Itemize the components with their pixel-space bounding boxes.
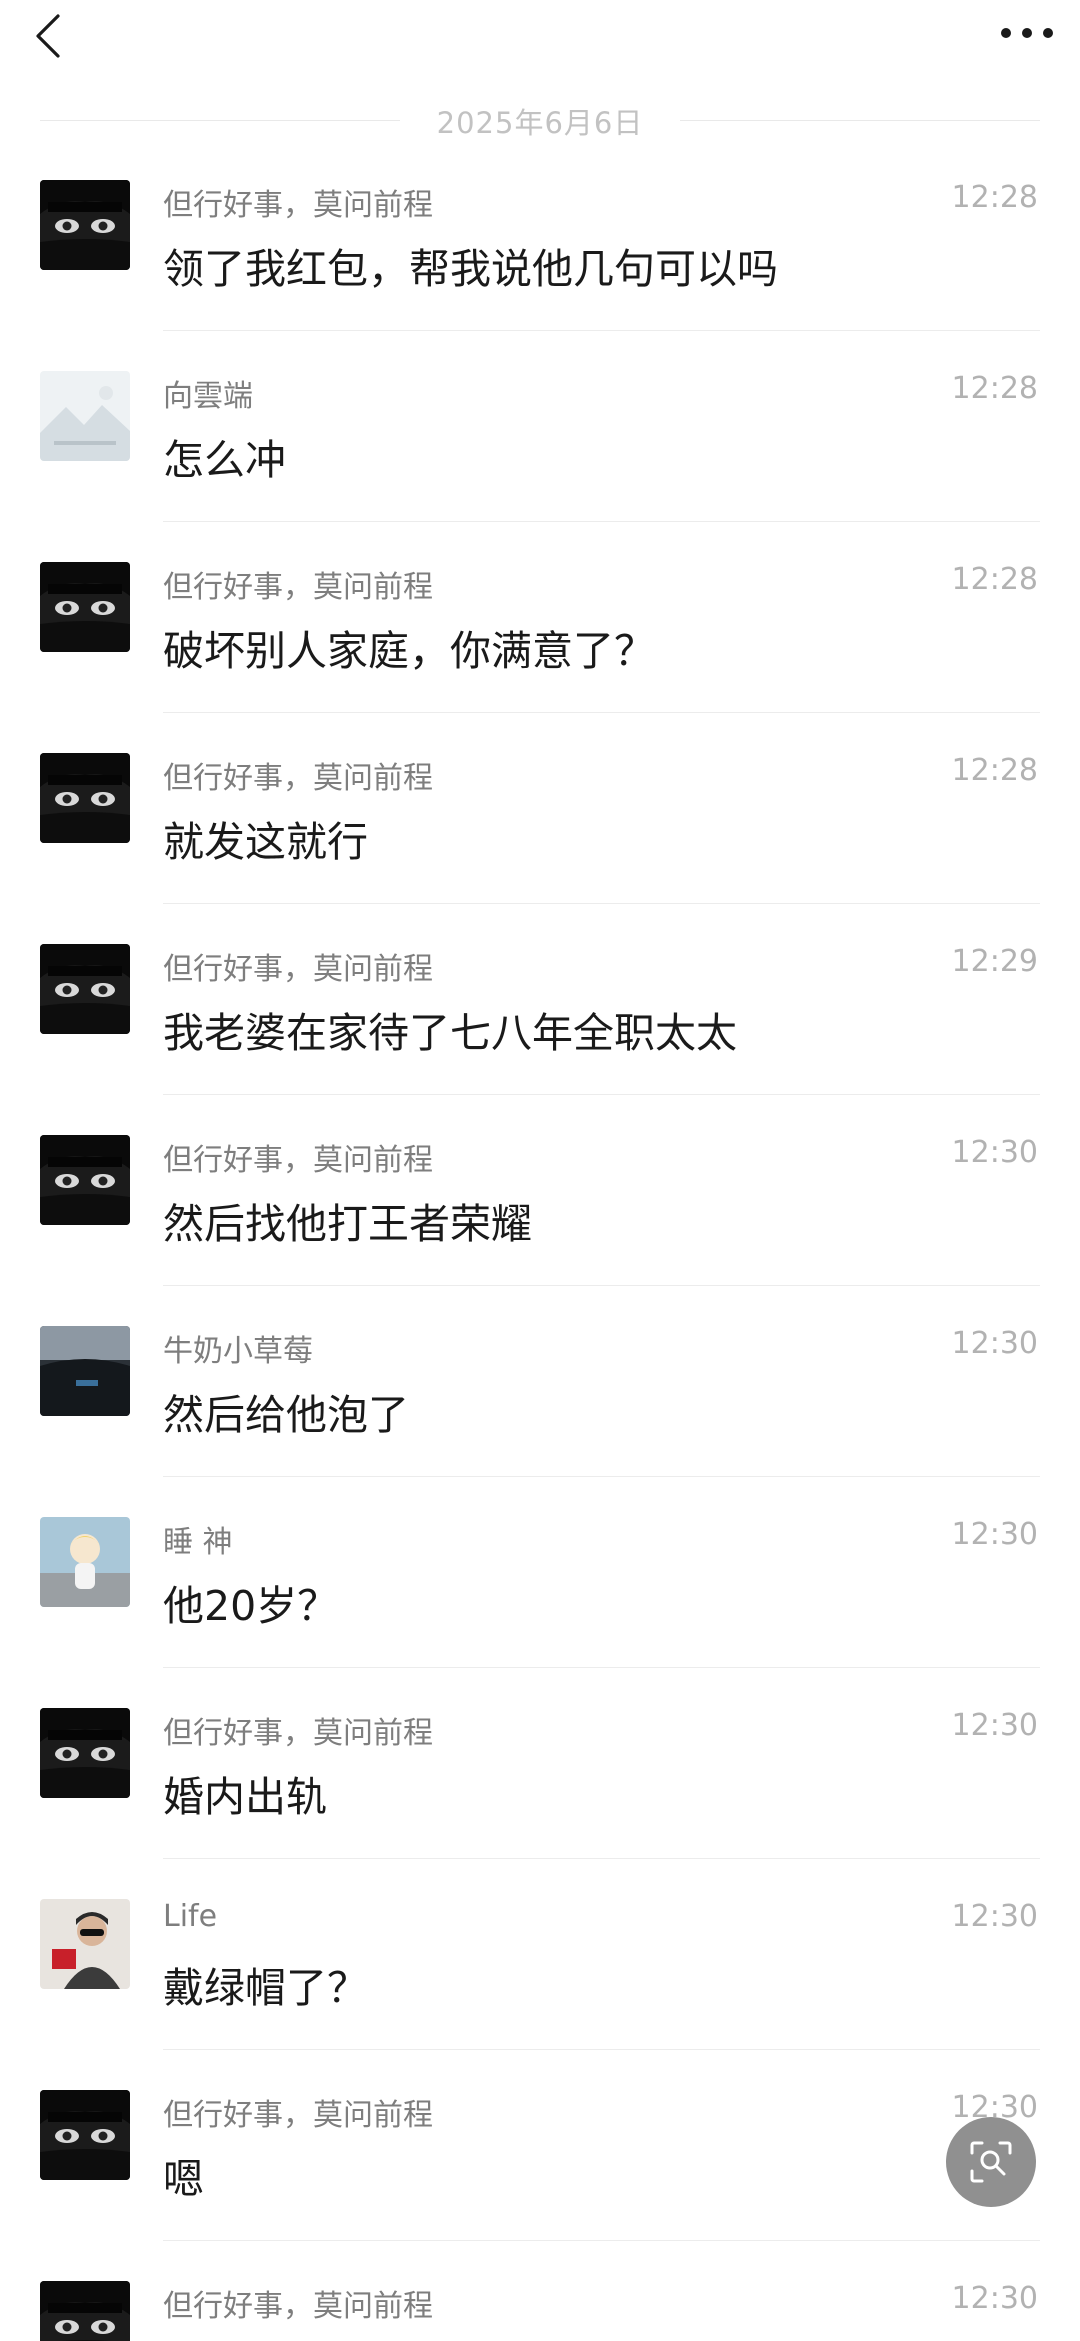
sender-name: 睡 神	[163, 1525, 233, 1560]
scan-search-icon	[970, 2141, 1012, 2183]
more-button[interactable]	[992, 8, 1062, 58]
sender-name: Life	[163, 1899, 218, 1934]
message-time: 12:28	[951, 371, 1038, 406]
message-time: 12:28	[951, 180, 1038, 215]
sender-name: 但行好事，莫问前程	[163, 2289, 433, 2324]
message-text: 婚内出轨	[163, 1773, 327, 1821]
chat-history-page: 2025年6月6日 但行好事，莫问前程 12:28 领了我红包，帮我说他几句可以吗向…	[0, 0, 1080, 2341]
dark-hair-avatar	[40, 562, 130, 652]
message-item[interactable]: 但行好事，莫问前程 12:28 领了我红包，帮我说他几句可以吗	[0, 140, 1080, 331]
sender-name: 但行好事，莫问前程	[163, 952, 433, 987]
message-time: 12:30	[951, 1708, 1038, 1743]
cartoon-child-avatar	[40, 1517, 130, 1607]
message-text: 我老婆在家待了七八年全职太太	[163, 1009, 737, 1057]
message-item[interactable]: 但行好事，莫问前程 12:30 嗯	[0, 2050, 1080, 2241]
avatar[interactable]	[40, 371, 130, 461]
avatar[interactable]	[40, 1326, 130, 1416]
sender-name: 但行好事，莫问前程	[163, 2098, 433, 2133]
message-item[interactable]: 但行好事，莫问前程 12:30 婚内出轨	[0, 1668, 1080, 1859]
avatar[interactable]	[40, 2090, 130, 2180]
dark-hair-avatar	[40, 2281, 130, 2341]
message-item[interactable]: 但行好事，莫问前程 12:30	[0, 2241, 1080, 2341]
message-text: 戴绿帽了？	[163, 1964, 368, 2012]
avatar[interactable]	[40, 1135, 130, 1225]
message-item[interactable]: 睡 神 12:30 他20岁？	[0, 1477, 1080, 1668]
message-text: 他20岁？	[163, 1582, 339, 1630]
message-time: 12:28	[951, 753, 1038, 788]
divider-line	[680, 120, 1040, 121]
sender-name: 但行好事，莫问前程	[163, 570, 433, 605]
message-time: 12:30	[951, 1517, 1038, 1552]
message-item[interactable]: 向雲端 12:28 怎么冲	[0, 331, 1080, 522]
message-text: 就发这就行	[163, 818, 368, 866]
top-bar	[0, 0, 1080, 80]
message-item[interactable]: 牛奶小草莓 12:30 然后给他泡了	[0, 1286, 1080, 1477]
chevron-left-icon	[36, 14, 60, 58]
date-label: 2025年6月6日	[436, 106, 644, 140]
message-item[interactable]: 但行好事，莫问前程 12:28 就发这就行	[0, 713, 1080, 904]
person-sunglasses-avatar	[40, 1899, 130, 1989]
avatar[interactable]	[40, 562, 130, 652]
avatar[interactable]	[40, 1708, 130, 1798]
avatar[interactable]	[40, 2281, 130, 2341]
avatar[interactable]	[40, 180, 130, 270]
dark-hair-avatar	[40, 180, 130, 270]
back-button[interactable]	[22, 6, 82, 66]
message-time: 12:30	[951, 1135, 1038, 1170]
dark-hair-avatar	[40, 944, 130, 1034]
dark-hair-avatar	[40, 1135, 130, 1225]
message-text: 然后给他泡了	[163, 1391, 409, 1439]
dark-hair-avatar	[40, 753, 130, 843]
dark-hair-avatar	[40, 2090, 130, 2180]
sender-name: 但行好事，莫问前程	[163, 1716, 433, 1751]
scan-button[interactable]	[946, 2117, 1036, 2207]
dark-hair-avatar	[40, 1708, 130, 1798]
message-item[interactable]: 但行好事，莫问前程 12:30 然后找他打王者荣耀	[0, 1095, 1080, 1286]
message-text: 然后找他打王者荣耀	[163, 1200, 532, 1248]
sender-name: 牛奶小草莓	[163, 1334, 313, 1369]
message-time: 12:30	[951, 1899, 1038, 1934]
sender-name: 但行好事，莫问前程	[163, 188, 433, 223]
sender-name: 向雲端	[163, 379, 253, 414]
more-dots-icon	[1001, 28, 1053, 38]
sender-name: 但行好事，莫问前程	[163, 1143, 433, 1178]
message-time: 12:28	[951, 562, 1038, 597]
message-text: 怎么冲	[163, 436, 286, 484]
avatar[interactable]	[40, 1517, 130, 1607]
avatar[interactable]	[40, 944, 130, 1034]
sender-name: 但行好事，莫问前程	[163, 761, 433, 796]
avatar[interactable]	[40, 1899, 130, 1989]
car-interior-avatar	[40, 1326, 130, 1416]
message-item[interactable]: Life 12:30 戴绿帽了？	[0, 1859, 1080, 2050]
message-text: 破坏别人家庭，你满意了？	[163, 627, 655, 675]
message-item[interactable]: 但行好事，莫问前程 12:29 我老婆在家待了七八年全职太太	[0, 904, 1080, 1095]
avatar[interactable]	[40, 753, 130, 843]
message-time: 12:29	[951, 944, 1038, 979]
date-divider: 2025年6月6日	[40, 98, 1040, 142]
message-text: 领了我红包，帮我说他几句可以吗	[163, 245, 778, 293]
message-item[interactable]: 但行好事，莫问前程 12:28 破坏别人家庭，你满意了？	[0, 522, 1080, 713]
message-time: 12:30	[951, 2281, 1038, 2316]
message-text: 嗯	[163, 2155, 204, 2203]
landscape-avatar	[40, 371, 130, 461]
message-time: 12:30	[951, 1326, 1038, 1361]
message-list: 但行好事，莫问前程 12:28 领了我红包，帮我说他几句可以吗向雲端 12:28 怎么冲…	[0, 140, 1080, 2341]
